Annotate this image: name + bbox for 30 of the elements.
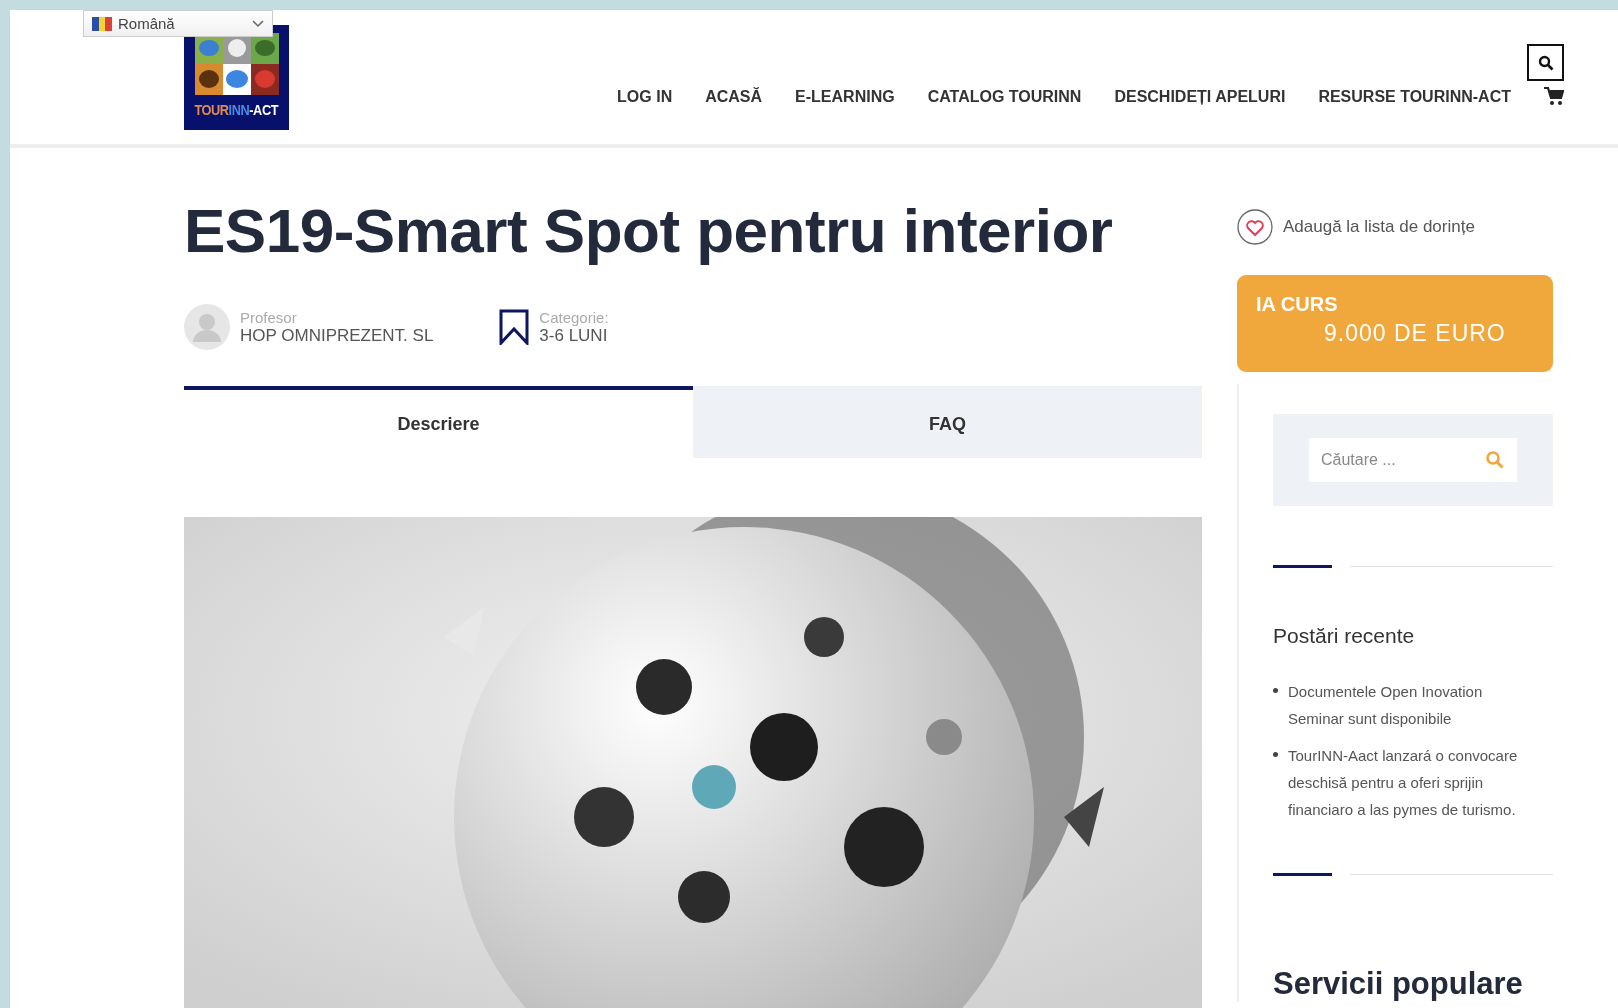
- bullet-icon: [1273, 752, 1278, 757]
- language-selector[interactable]: Română: [83, 10, 273, 37]
- nav-link[interactable]: RESURSE TOURINN-ACT: [1318, 87, 1511, 106]
- post-link[interactable]: TourINN-Aact lanzará o convocare deschisă pentru a oferi sprijin financiaro a las pymes de turismo.: [1288, 742, 1533, 823]
- course-title: ES19-Smart Spot pentru interior: [184, 196, 1114, 266]
- nav-link[interactable]: E-LEARNING: [795, 87, 895, 106]
- instructor-label: Profesor: [240, 308, 298, 326]
- flag-icon: [92, 16, 112, 31]
- chevron-icon: [252, 19, 264, 28]
- category-value: 3-6 LUNI: [539, 325, 609, 346]
- cart-icon[interactable]: [1544, 87, 1564, 106]
- nav-link[interactable]: LOG IN: [617, 87, 673, 106]
- section-title: Postări recente: [1273, 624, 1416, 648]
- search-button[interactable]: [1527, 44, 1564, 81]
- tab[interactable]: FAQ: [693, 386, 1202, 458]
- logo-text: TOURINN-ACT: [194, 101, 279, 118]
- post-link[interactable]: Documentele Open Inovation Seminar sunt disponibile: [1288, 678, 1533, 732]
- nav-link[interactable]: DESCHIDEȚI APELURI: [1114, 87, 1286, 106]
- search-icon: [1537, 54, 1554, 71]
- logo[interactable]: TOURINN-ACT: [184, 25, 289, 130]
- nav-link[interactable]: ACASĂ: [705, 87, 763, 106]
- bookmark-icon: [499, 309, 530, 345]
- nav-link[interactable]: CATALOG TOURINN: [927, 87, 1082, 106]
- bullet-icon: [1273, 688, 1278, 693]
- section-title: Servicii populare: [1273, 966, 1524, 1002]
- avatar-icon: [184, 304, 230, 350]
- category-label: Categorie:: [539, 308, 609, 326]
- search-field[interactable]: Căutare ...: [1309, 438, 1517, 482]
- wishlist-link[interactable]: Adaugă la lista de dorințe: [1283, 217, 1475, 237]
- instructor-name: HOP OMNIPREZENT. SL: [240, 325, 434, 346]
